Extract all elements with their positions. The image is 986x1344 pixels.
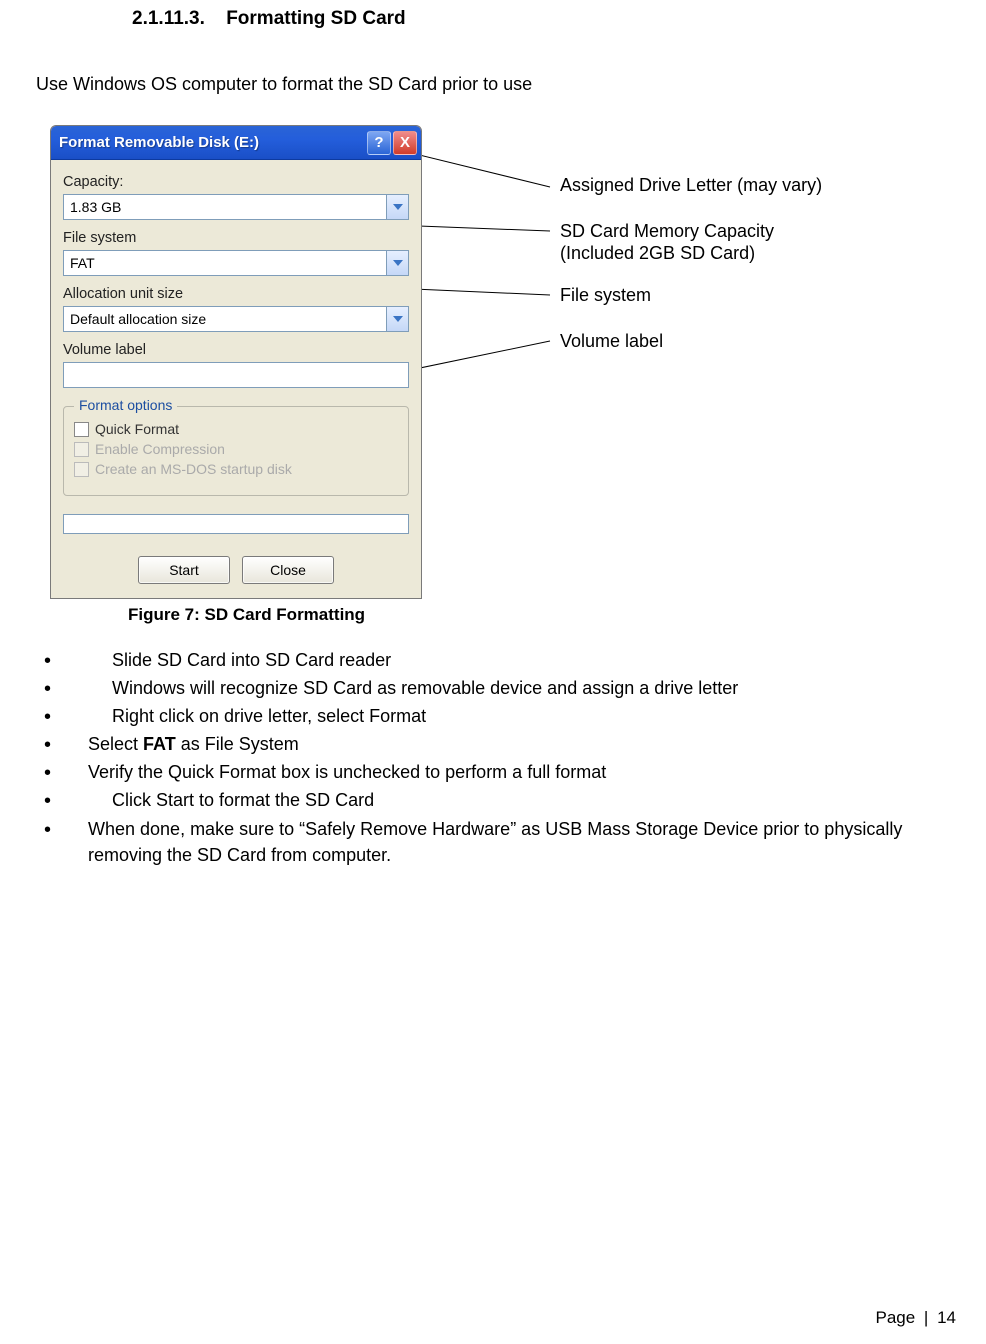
callout-capacity-1: SD Card Memory Capacity xyxy=(560,221,774,242)
intro-text: Use Windows OS computer to format the SD… xyxy=(36,74,950,95)
quick-format-checkbox[interactable]: Quick Format xyxy=(74,421,398,437)
msdos-startup-label: Create an MS-DOS startup disk xyxy=(95,461,292,477)
volume-label-input[interactable] xyxy=(63,362,409,388)
list-item: Right click on drive letter, select Form… xyxy=(44,703,950,729)
enable-compression-label: Enable Compression xyxy=(95,441,225,457)
format-dialog: Format Removable Disk (E:) ? X Capacity:… xyxy=(50,125,422,599)
filesystem-value: FAT xyxy=(64,255,386,271)
list-text: as File System xyxy=(176,734,299,754)
capacity-label: Capacity: xyxy=(63,174,409,190)
format-options-legend: Format options xyxy=(74,397,177,413)
format-options-group: Format options Quick Format Enable Compr… xyxy=(63,406,409,496)
capacity-combo[interactable]: 1.83 GB xyxy=(63,194,409,220)
figure-caption: Figure 7: SD Card Formatting xyxy=(128,605,950,625)
quick-format-label: Quick Format xyxy=(95,421,179,437)
enable-compression-checkbox: Enable Compression xyxy=(74,441,398,457)
start-button-label: Start xyxy=(169,562,199,578)
section-number: 2.1.11.3. xyxy=(132,8,205,29)
list-item: Slide SD Card into SD Card reader xyxy=(44,647,950,673)
checkbox-icon xyxy=(74,422,89,437)
progress-bar xyxy=(63,514,409,534)
callout-drive-letter: Assigned Drive Letter (may vary) xyxy=(560,175,822,196)
allocation-combo[interactable]: Default allocation size xyxy=(63,306,409,332)
section-heading: 2.1.11.3. Formatting SD Card xyxy=(132,8,950,30)
close-icon: X xyxy=(400,134,410,151)
close-dialog-label: Close xyxy=(270,562,306,578)
checkbox-icon xyxy=(74,442,89,457)
callout-capacity-2: (Included 2GB SD Card) xyxy=(560,243,755,264)
volume-label-label: Volume label xyxy=(63,342,409,358)
checkbox-icon xyxy=(74,462,89,477)
capacity-value: 1.83 GB xyxy=(64,199,386,215)
list-item: Verify the Quick Format box is unchecked… xyxy=(44,759,950,785)
page-footer: Page | 14 xyxy=(875,1308,956,1328)
chevron-down-icon xyxy=(386,251,408,275)
section-title: Formatting SD Card xyxy=(226,8,405,29)
list-bold: FAT xyxy=(143,734,176,754)
close-button[interactable]: X xyxy=(393,131,417,155)
msdos-startup-checkbox: Create an MS-DOS startup disk xyxy=(74,461,398,477)
footer-sep: | xyxy=(924,1308,928,1327)
title-bar[interactable]: Format Removable Disk (E:) ? X xyxy=(51,126,421,160)
list-text: Select xyxy=(88,734,143,754)
list-item: Windows will recognize SD Card as remova… xyxy=(44,675,950,701)
page-number: 14 xyxy=(937,1308,956,1327)
list-item: Select FAT as File System xyxy=(44,731,950,757)
window-title: Format Removable Disk (E:) xyxy=(59,134,367,151)
allocation-value: Default allocation size xyxy=(64,311,386,327)
filesystem-combo[interactable]: FAT xyxy=(63,250,409,276)
filesystem-label: File system xyxy=(63,230,409,246)
list-item: Click Start to format the SD Card xyxy=(44,787,950,813)
help-icon: ? xyxy=(374,134,383,151)
chevron-down-icon xyxy=(386,307,408,331)
chevron-down-icon xyxy=(386,195,408,219)
list-item: When done, make sure to “Safely Remove H… xyxy=(44,816,950,868)
close-dialog-button[interactable]: Close xyxy=(242,556,334,584)
step-list: Slide SD Card into SD Card reader Window… xyxy=(44,647,950,868)
callout-volume-label: Volume label xyxy=(560,331,663,352)
allocation-label: Allocation unit size xyxy=(63,286,409,302)
help-button[interactable]: ? xyxy=(367,131,391,155)
footer-label: Page xyxy=(875,1308,915,1327)
callout-lines xyxy=(422,123,982,683)
start-button[interactable]: Start xyxy=(138,556,230,584)
callout-file-system: File system xyxy=(560,285,651,306)
